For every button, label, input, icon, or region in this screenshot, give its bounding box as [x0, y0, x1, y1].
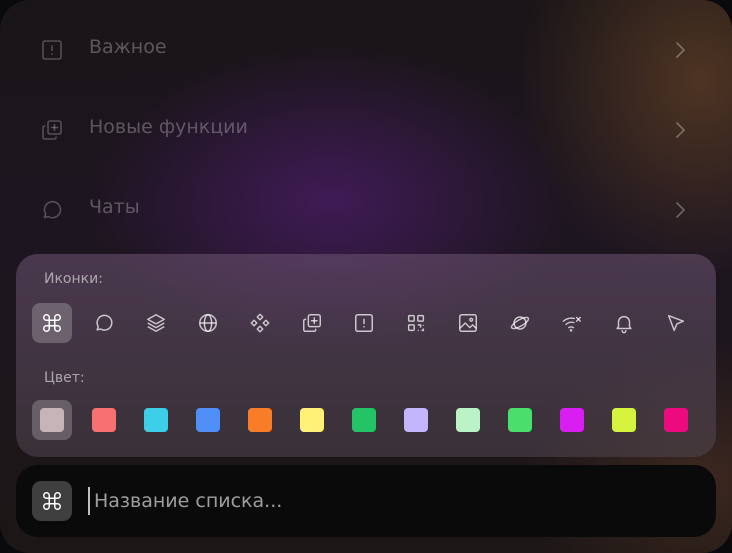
color-swatch — [248, 408, 272, 432]
bell-icon — [616, 315, 632, 334]
message-circle-icon — [40, 198, 64, 222]
icon-color-picker: Иконки: Цвет: — [16, 254, 716, 457]
menu-item-label: Чаты — [89, 196, 140, 218]
color-swatch — [92, 408, 116, 432]
color-option[interactable] — [448, 400, 488, 440]
wifi-off-icon — [562, 316, 581, 332]
color-swatch — [352, 408, 376, 432]
icon-option-qr-code[interactable] — [396, 303, 436, 343]
text-caret — [88, 487, 90, 515]
icon-option-globe[interactable] — [188, 303, 228, 343]
color-option[interactable] — [344, 400, 384, 440]
color-option[interactable] — [136, 400, 176, 440]
globe-icon — [199, 314, 217, 332]
color-option[interactable] — [32, 400, 72, 440]
icon-option-bell[interactable] — [604, 303, 644, 343]
color-swatch — [144, 408, 168, 432]
icon-option-send[interactable] — [656, 303, 696, 343]
color-swatch — [560, 408, 584, 432]
color-option[interactable] — [240, 400, 280, 440]
menu-item-important[interactable]: Важное — [0, 20, 732, 80]
chevron-right-icon — [668, 198, 692, 222]
color-option[interactable] — [552, 400, 592, 440]
menu-item-chats[interactable]: Чаты — [0, 180, 732, 240]
image-icon — [459, 314, 477, 332]
icon-option-component[interactable] — [240, 303, 280, 343]
copy-plus-icon — [303, 314, 321, 332]
color-swatch — [664, 408, 688, 432]
selected-icon-button[interactable] — [32, 481, 72, 521]
icon-option-layers[interactable] — [136, 303, 176, 343]
color-option[interactable] — [656, 400, 696, 440]
planet-icon — [510, 316, 530, 330]
color-option[interactable] — [84, 400, 124, 440]
color-option[interactable] — [500, 400, 540, 440]
icon-option-command[interactable] — [32, 303, 72, 343]
icon-option-copy-plus[interactable] — [292, 303, 332, 343]
copy-plus-icon — [40, 118, 64, 142]
color-swatch — [40, 408, 64, 432]
chevron-right-icon — [668, 38, 692, 62]
icon-option-chat[interactable] — [84, 303, 124, 343]
send-icon — [667, 314, 685, 332]
component-icon — [250, 313, 270, 333]
icon-option-planet[interactable] — [500, 303, 540, 343]
color-option[interactable] — [396, 400, 436, 440]
icons-section-label: Иконки: — [44, 271, 103, 287]
color-section-label: Цвет: — [44, 370, 85, 386]
color-swatch — [196, 408, 220, 432]
color-swatch — [404, 408, 428, 432]
color-swatch — [300, 408, 324, 432]
color-swatch — [456, 408, 480, 432]
menu-item-label: Важное — [89, 36, 167, 58]
layers-icon — [147, 314, 165, 332]
icon-option-wifi-off[interactable] — [552, 303, 592, 343]
chevron-right-icon — [668, 118, 692, 142]
command-icon — [43, 314, 61, 332]
icon-option-image[interactable] — [448, 303, 488, 343]
list-editor-window: Важное Новые функции Чаты Иконки: Цвет: … — [0, 0, 732, 553]
color-option[interactable] — [188, 400, 228, 440]
icon-option-alert[interactable] — [344, 303, 384, 343]
color-swatch — [508, 408, 532, 432]
color-option[interactable] — [292, 400, 332, 440]
message-circle-icon — [96, 314, 113, 331]
alert-square-icon — [40, 38, 64, 62]
menu-item-new-features[interactable]: Новые функции — [0, 100, 732, 160]
alert-square-icon — [355, 314, 373, 332]
list-name-input[interactable] — [92, 483, 694, 519]
color-swatch — [612, 408, 636, 432]
menu-item-label: Новые функции — [89, 116, 248, 138]
command-icon — [43, 492, 61, 510]
list-name-bar — [16, 465, 716, 537]
color-option[interactable] — [604, 400, 644, 440]
qr-code-icon — [407, 314, 425, 332]
